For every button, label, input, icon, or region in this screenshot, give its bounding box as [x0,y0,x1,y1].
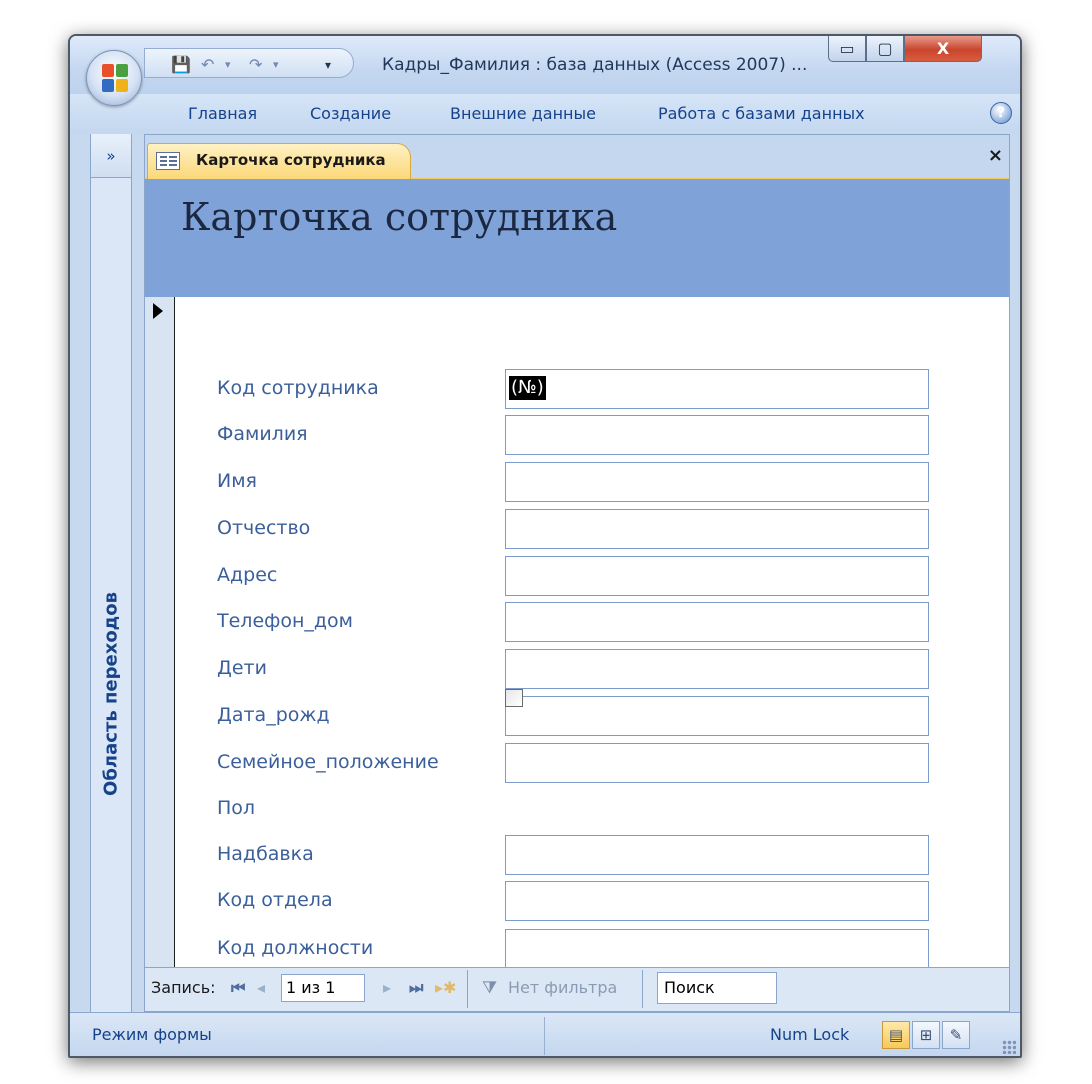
label-marital-status: Семейное_положение [217,751,439,773]
design-view-button[interactable]: ✎ [942,1021,970,1049]
status-view-mode: Режим формы [92,1025,212,1044]
patronymic-field[interactable] [505,509,929,549]
status-bar: Режим формы Num Lock ▤ ⊞ ✎ [70,1012,1020,1056]
record-label: Запись: [151,978,216,997]
label-department-code: Код отдела [217,889,333,911]
office-logo-icon [102,64,128,92]
current-record-arrow-icon [153,303,163,319]
employee-code-value: (№) [509,376,546,400]
maximize-button[interactable]: ▢ [866,36,904,62]
first-name-field[interactable] [505,462,929,502]
label-first-name: Имя [217,470,257,492]
new-record-icon[interactable]: ▸✱ [435,978,456,997]
label-gender: Пол [217,797,256,819]
children-field[interactable] [505,649,929,689]
office-button[interactable] [86,50,142,106]
label-bonus: Надбавка [217,843,314,865]
last-name-field[interactable] [505,415,929,455]
search-input[interactable]: Поиск [657,972,777,1004]
bonus-field[interactable] [505,835,929,875]
close-document-icon[interactable]: × [988,145,1003,166]
layout-view-icon: ⊞ [919,1026,933,1044]
label-position-code: Код должности [217,937,374,959]
next-record-icon[interactable]: ▸ [383,978,391,997]
layout-view-button[interactable]: ⊞ [912,1021,940,1049]
access-window: 💾 ↶ ▾ ↷ ▾ ▾ Кадры_Фамилия : база данных … [68,34,1022,1058]
title-bar: 💾 ↶ ▾ ↷ ▾ ▾ Кадры_Фамилия : база данных … [70,36,1020,94]
status-divider [544,1017,545,1055]
label-last-name: Фамилия [217,423,308,445]
quick-access-toolbar: 💾 ↶ ▾ ↷ ▾ ▾ [144,48,354,78]
label-home-phone: Телефон_дом [217,610,354,632]
form-view-icon: ▤ [888,1026,904,1044]
window-title: Кадры_Фамилия : база данных (Access 2007… [382,55,808,75]
filter-icon: ⧩ [482,978,498,998]
design-view-icon: ✎ [949,1026,963,1044]
gender-checkbox[interactable] [505,689,523,707]
navigation-pane-title[interactable]: Область переходов [101,592,122,796]
label-children: Дети [217,657,267,679]
address-field[interactable] [505,556,929,596]
form-view-button[interactable]: ▤ [882,1021,910,1049]
resize-grip-icon[interactable] [1002,1040,1016,1054]
maximize-icon: ▢ [877,39,893,58]
label-employee-code: Код сотрудника [217,377,379,399]
last-record-icon[interactable]: ⏭ [409,978,423,998]
position-code-field[interactable] [505,929,929,969]
marital-status-field[interactable] [505,743,929,783]
ribbon-tabs: Главная Создание Внешние данные Работа с… [70,94,1020,134]
close-window-button[interactable]: X [904,36,982,62]
minimize-button[interactable]: ▭ [828,36,866,62]
record-navigation-bar: Запись: ⏮ ◂ 1 из 1 ▸ ⏭ ▸✱ ⧩ Нет фильтра … [145,967,1009,1011]
previous-record-icon[interactable]: ◂ [257,978,265,997]
redo-dropdown-icon[interactable]: ▾ [273,58,279,71]
close-icon: X [936,39,950,58]
form-title: Карточка сотрудника [181,195,618,239]
label-birth-date: Дата_рожд [217,704,330,726]
filter-toggle-button[interactable]: ⧩ Нет фильтра [467,970,643,1008]
customize-qat-icon[interactable]: ▾ [325,58,331,72]
undo-icon[interactable]: ↶ [201,55,214,74]
current-record-input[interactable]: 1 из 1 [281,974,365,1002]
document-tab-label: Карточка сотрудника [196,151,386,169]
employee-code-field[interactable]: (№) [505,369,929,409]
document-tab[interactable]: Карточка сотрудника [147,143,411,179]
form-header: Карточка сотрудника [145,179,1009,297]
document-tab-strip: Карточка сотрудника × [145,135,1009,179]
form-document: Карточка сотрудника × Карточка сотрудник… [144,134,1010,1012]
redo-icon[interactable]: ↷ [249,55,262,74]
status-numlock: Num Lock [770,1025,850,1044]
tab-home[interactable]: Главная [188,104,257,123]
navigation-pane[interactable]: » Область переходов [90,134,132,1012]
tab-external-data[interactable]: Внешние данные [450,104,596,123]
record-selector[interactable] [145,297,175,967]
help-icon[interactable]: ? [990,102,1012,124]
tab-database-tools[interactable]: Работа с базами данных [658,104,865,123]
department-code-field[interactable] [505,881,929,921]
tab-create[interactable]: Создание [310,104,391,123]
save-icon[interactable]: 💾 [171,55,191,74]
filter-label: Нет фильтра [508,978,618,997]
home-phone-field[interactable] [505,602,929,642]
label-patronymic: Отчество [217,517,311,539]
first-record-icon[interactable]: ⏮ [231,978,245,998]
nav-expand-button[interactable]: » [91,134,131,178]
birth-date-field[interactable] [505,696,929,736]
minimize-icon: ▭ [839,39,855,58]
label-address: Адрес [217,564,278,586]
form-icon [156,152,180,170]
undo-dropdown-icon[interactable]: ▾ [225,58,231,71]
